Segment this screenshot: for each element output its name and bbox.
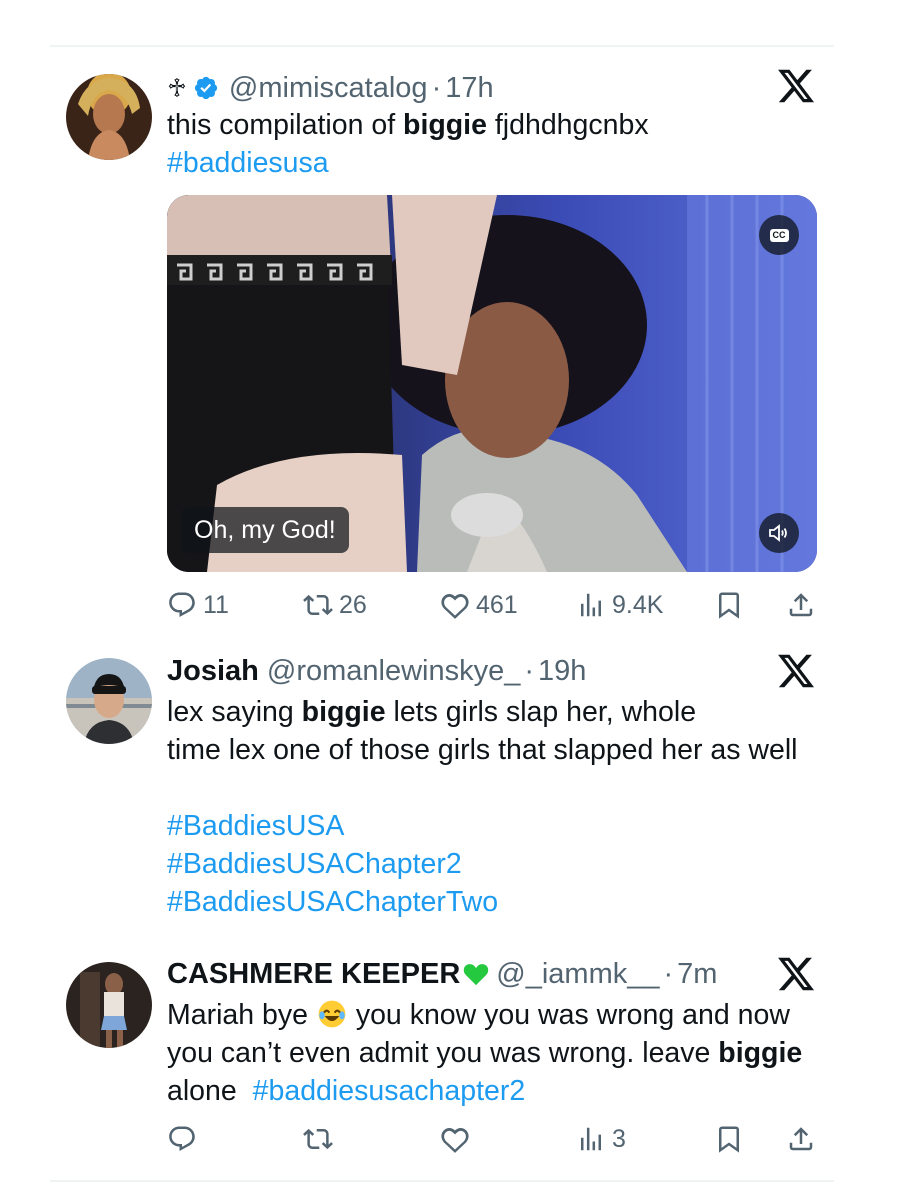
- like-icon: [440, 1124, 470, 1154]
- top-divider: [50, 45, 834, 47]
- bookmark-icon: [714, 590, 744, 620]
- tweet-header: ♱ @mimiscatalog · 17h: [167, 70, 494, 106]
- avatar[interactable]: [66, 74, 152, 160]
- text-segment: lets girls slap her, whole: [385, 696, 697, 728]
- like-count: 461: [476, 590, 518, 619]
- reply-icon: [167, 1124, 197, 1154]
- share-button[interactable]: [786, 585, 816, 625]
- text-segment: you know you was wrong and now: [347, 999, 790, 1031]
- views-button[interactable]: 9.4K: [576, 585, 663, 625]
- separator-dot: ·: [524, 654, 535, 687]
- hashtag-line: #baddiesusa: [167, 144, 827, 182]
- x-logo-icon: [776, 954, 816, 994]
- x-logo-icon: [776, 651, 816, 691]
- tweet[interactable]: Josiah @romanlewinskye_ · 19h lex saying…: [0, 653, 900, 923]
- like-button[interactable]: 461: [440, 585, 518, 625]
- repost-count: 26: [339, 590, 367, 619]
- bold-text: biggie: [718, 1037, 803, 1069]
- reply-button[interactable]: [167, 1119, 197, 1159]
- hashtag-link[interactable]: #BaddiesUSAChapter2: [167, 848, 462, 880]
- repost-button[interactable]: 26: [303, 585, 367, 625]
- author-handle[interactable]: @romanlewinskye_: [267, 655, 520, 688]
- avatar[interactable]: [66, 658, 152, 744]
- like-icon: [440, 590, 470, 620]
- hashtag-link[interactable]: #BaddiesUSAChapterTwo: [167, 886, 498, 918]
- views-count: 9.4K: [612, 590, 664, 619]
- text-segment: lex saying: [167, 696, 302, 728]
- sound-button[interactable]: [759, 513, 799, 553]
- green-heart-emoji-icon: [464, 964, 489, 986]
- repost-icon: [303, 590, 333, 620]
- bold-text: biggie: [301, 696, 386, 728]
- tweet-text: this compilation of biggie fjdhdhgcnbx: [167, 106, 827, 144]
- author-name[interactable]: CASHMERE KEEPER: [167, 958, 460, 991]
- author-handle[interactable]: @_iammk__: [496, 958, 659, 991]
- reply-button[interactable]: 11: [167, 585, 229, 625]
- views-count: 3: [612, 1124, 626, 1153]
- separator-dot: ·: [431, 71, 442, 104]
- tweet-text-line2: you can’t even admit you was wrong. leav…: [167, 1034, 827, 1072]
- text-segment: Mariah bye: [167, 999, 316, 1031]
- avatar[interactable]: [66, 962, 152, 1048]
- reply-icon: [167, 590, 197, 620]
- tweet-text: Mariah bye you know you was wrong and no…: [167, 996, 827, 1034]
- tweet-header: CASHMERE KEEPER @_iammk__ · 7m: [167, 956, 717, 992]
- text-segment: this compilation of: [167, 109, 404, 141]
- video-caption: Oh, my God!: [181, 507, 349, 553]
- video-player[interactable]: CC Oh, my God!: [167, 195, 817, 572]
- bookmark-icon: [714, 1124, 744, 1154]
- speaker-icon: [769, 524, 787, 542]
- tweet-text-line3: alone #baddiesusachapter2: [167, 1072, 827, 1110]
- captions-label: CC: [769, 228, 789, 242]
- bookmark-button[interactable]: [714, 1119, 744, 1159]
- bookmark-button[interactable]: [714, 585, 744, 625]
- views-icon: [576, 590, 606, 620]
- repost-button[interactable]: [303, 1119, 333, 1159]
- tweet-actions: 11 26 461 9.4K: [0, 585, 900, 625]
- author-name[interactable]: Josiah: [167, 655, 259, 688]
- views-icon: [576, 1124, 606, 1154]
- cross-symbol: ♱: [167, 72, 187, 103]
- reply-count: 11: [203, 590, 229, 619]
- hashtag-link[interactable]: #BaddiesUSA: [167, 810, 344, 842]
- tweet-actions: 3: [0, 1119, 900, 1159]
- share-icon: [786, 590, 816, 620]
- text-segment: fjdhdhgcnbx: [486, 109, 649, 141]
- views-button[interactable]: 3: [576, 1119, 626, 1159]
- author-handle[interactable]: @mimiscatalog: [229, 72, 428, 105]
- bottom-divider: [50, 1180, 834, 1182]
- hashtag-link[interactable]: #baddiesusachapter2: [253, 1075, 526, 1107]
- timestamp[interactable]: 7m: [677, 958, 717, 991]
- tweet-text-line2: time lex one of those girls that slapped…: [167, 734, 798, 766]
- text-segment: alone: [167, 1075, 245, 1107]
- tweet-text: lex saying biggie lets girls slap her, w…: [167, 693, 827, 731]
- hashtag-link[interactable]: #baddiesusa: [167, 147, 329, 179]
- verified-badge-icon: [194, 76, 218, 100]
- text-segment: you can’t even admit you was wrong. leav…: [167, 1037, 719, 1069]
- captions-button[interactable]: CC: [759, 215, 799, 255]
- tweet-header: Josiah @romanlewinskye_ · 19h: [167, 653, 586, 689]
- separator-dot: ·: [663, 957, 674, 990]
- share-button[interactable]: [786, 1119, 816, 1159]
- share-icon: [786, 1124, 816, 1154]
- hashtag-line: #BaddiesUSAChapter2: [167, 845, 827, 883]
- hashtag-line: #BaddiesUSA: [167, 807, 827, 845]
- repost-icon: [303, 1124, 333, 1154]
- like-button[interactable]: [440, 1119, 470, 1159]
- bold-text: biggie: [403, 109, 487, 141]
- hashtag-line: #BaddiesUSAChapterTwo: [167, 883, 827, 921]
- laughing-emoji-icon: [318, 1000, 346, 1028]
- timestamp[interactable]: 19h: [538, 655, 586, 688]
- x-logo-icon: [776, 66, 816, 106]
- timestamp[interactable]: 17h: [445, 72, 493, 105]
